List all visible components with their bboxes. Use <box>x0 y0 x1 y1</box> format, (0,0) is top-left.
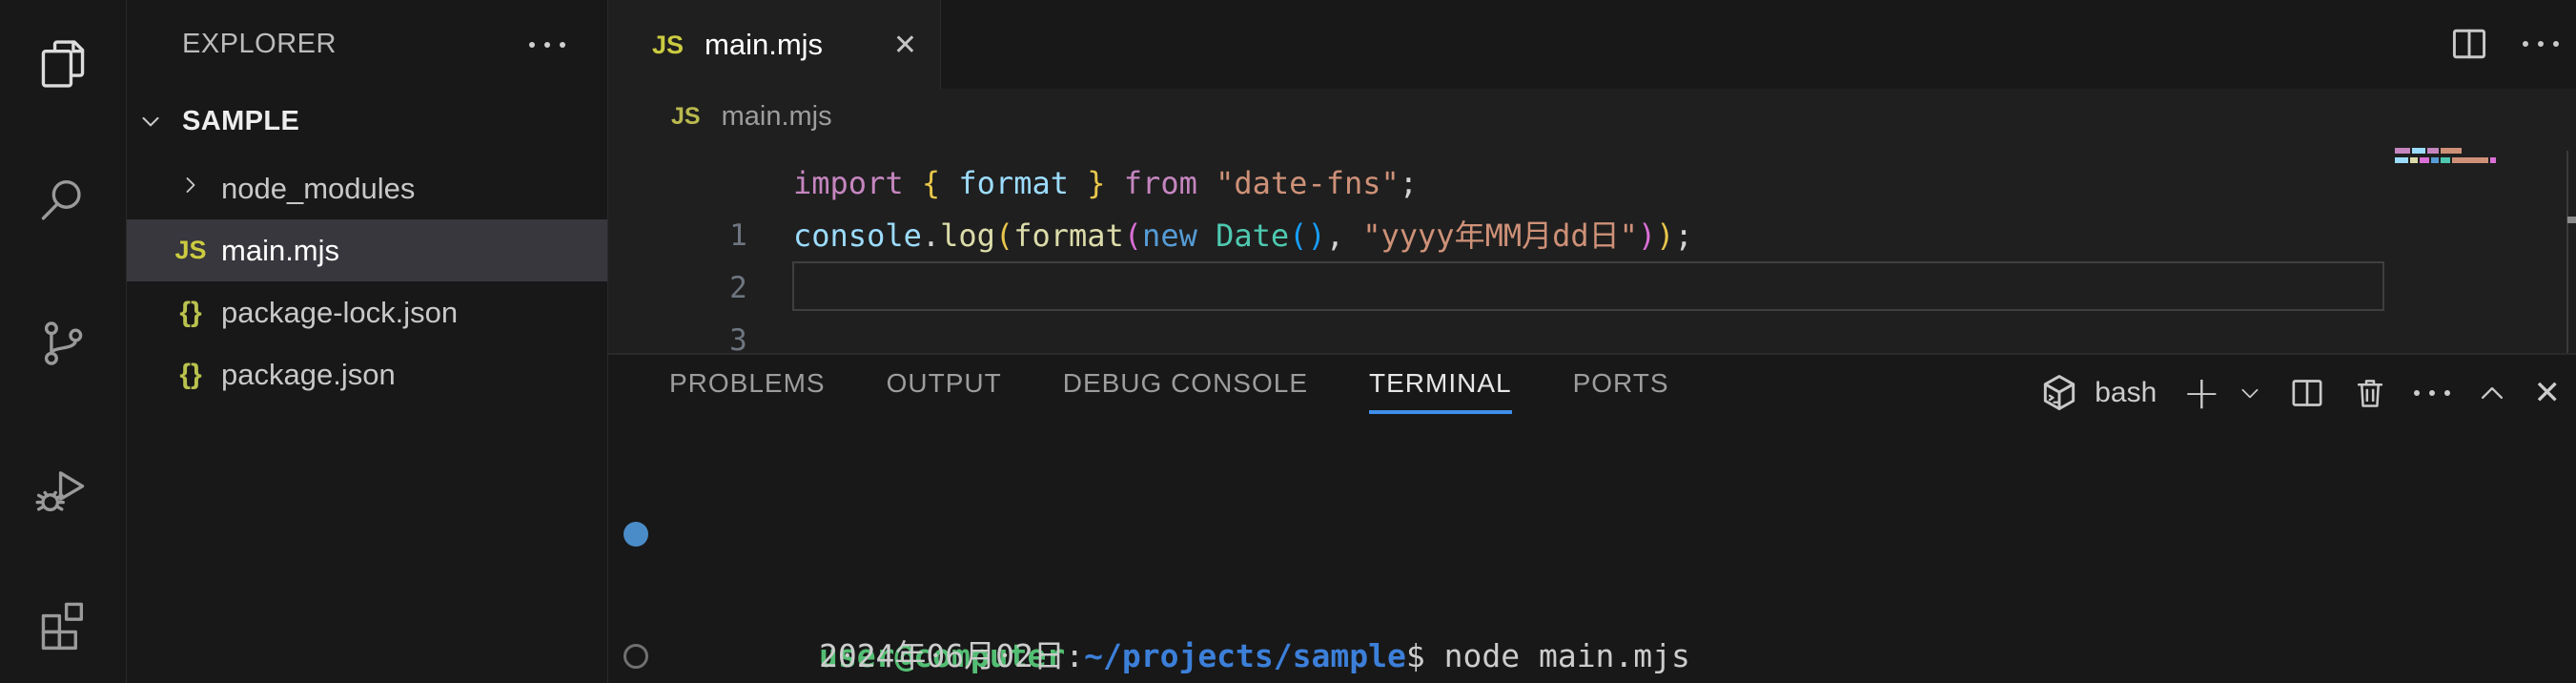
activity-bar <box>0 0 127 683</box>
code-line-2: 2 console.log(format(new Date(), "yyyy年M… <box>608 210 2576 262</box>
panel-more-actions-icon[interactable] <box>2414 390 2450 396</box>
terminal-launch-dropdown[interactable] <box>2238 381 2262 405</box>
sidebar-section-label: SAMPLE <box>182 106 299 137</box>
terminal-actions: bash + ✕ <box>2038 368 2561 418</box>
split-terminal-icon <box>2288 374 2326 412</box>
json-file-icon: {} <box>165 297 216 329</box>
explorer-sidebar: EXPLORER SAMPLE node_modules JS main.mjs… <box>127 0 607 683</box>
js-file-icon: JS <box>165 236 216 265</box>
activity-item-extensions[interactable] <box>0 574 126 673</box>
tree-item-package-lock-json[interactable]: {} package-lock.json <box>127 281 607 343</box>
terminal-profile-label[interactable]: bash <box>2095 377 2157 409</box>
search-icon <box>35 173 91 228</box>
chevron-down-icon <box>2238 381 2262 405</box>
chevron-right-icon <box>165 172 216 206</box>
panel-tab-ports[interactable]: PORTS <box>1573 368 1669 414</box>
breadcrumb-item[interactable]: main.mjs <box>722 101 832 133</box>
bash-terminal-icon <box>2038 372 2080 414</box>
split-terminal-button[interactable] <box>2288 374 2326 412</box>
trash-icon <box>2352 375 2388 411</box>
chevron-down-icon <box>136 107 165 135</box>
new-terminal-button[interactable]: + <box>2182 370 2220 416</box>
command-decoration-pending[interactable] <box>624 644 648 669</box>
editor-more-actions-icon[interactable] <box>2523 41 2559 47</box>
tab-title: main.mjs <box>705 28 823 62</box>
code-line-1: 1 import { format } from "date-fns"; <box>608 157 2576 210</box>
split-editor-icon[interactable] <box>2448 23 2490 65</box>
terminal-command-row: user@computer:~/projects/sample$ node ma… <box>608 504 2576 565</box>
vscode-window: EXPLORER SAMPLE node_modules JS main.mjs… <box>0 0 2576 683</box>
overview-ruler-marker <box>2567 217 2576 223</box>
source-control-icon <box>35 316 91 371</box>
terminal-profile-item[interactable] <box>2038 372 2080 414</box>
chevron-up-icon <box>2476 377 2508 409</box>
tab-main-mjs[interactable]: JS main.mjs ✕ <box>608 0 941 90</box>
extensions-icon <box>35 596 91 652</box>
sidebar-more-actions-button[interactable] <box>529 42 565 48</box>
close-panel-button[interactable]: ✕ <box>2534 377 2562 409</box>
terminal-prompt-row: user@computer:~/projects/sample$ <box>608 626 2576 683</box>
activity-item-explorer[interactable] <box>0 14 126 114</box>
panel-tab-terminal[interactable]: TERMINAL <box>1369 368 1512 414</box>
current-line-highlight <box>792 261 2384 311</box>
command-decoration-success[interactable] <box>624 522 648 547</box>
breadcrumb[interactable]: JS main.mjs <box>671 101 832 133</box>
panel-tab-problems[interactable]: PROBLEMS <box>669 368 826 414</box>
files-icon <box>35 36 91 92</box>
kill-terminal-button[interactable] <box>2352 375 2388 411</box>
tree-item-node-modules[interactable]: node_modules <box>127 157 607 219</box>
activity-item-source-control[interactable] <box>0 294 126 393</box>
sidebar-section-sample[interactable]: SAMPLE <box>127 99 607 143</box>
debug-icon <box>35 463 91 518</box>
tab-close-button[interactable]: ✕ <box>893 29 917 62</box>
sidebar-title: EXPLORER <box>182 29 337 60</box>
js-file-icon: JS <box>652 31 684 60</box>
panel-tab-debug-console[interactable]: DEBUG CONSOLE <box>1063 368 1308 414</box>
tree-item-package-json[interactable]: {} package.json <box>127 343 607 405</box>
json-file-icon: {} <box>165 359 216 391</box>
bottom-panel: PROBLEMS OUTPUT DEBUG CONSOLE TERMINAL P… <box>608 353 2576 683</box>
maximize-panel-button[interactable] <box>2476 377 2508 409</box>
minimap-slider-border <box>2566 151 2568 353</box>
panel-tab-bar: PROBLEMS OUTPUT DEBUG CONSOLE TERMINAL P… <box>669 368 1669 414</box>
tree-item-main-mjs[interactable]: JS main.mjs <box>127 219 607 281</box>
minimap[interactable] <box>2395 148 2498 167</box>
editor-actions <box>2448 23 2559 65</box>
activity-item-run-debug[interactable] <box>0 441 126 540</box>
terminal-output-row: 2024年06月02日 <box>608 565 2576 626</box>
panel-tab-output[interactable]: OUTPUT <box>887 368 1002 414</box>
js-file-icon: JS <box>671 103 701 131</box>
activity-item-search[interactable] <box>0 151 126 250</box>
